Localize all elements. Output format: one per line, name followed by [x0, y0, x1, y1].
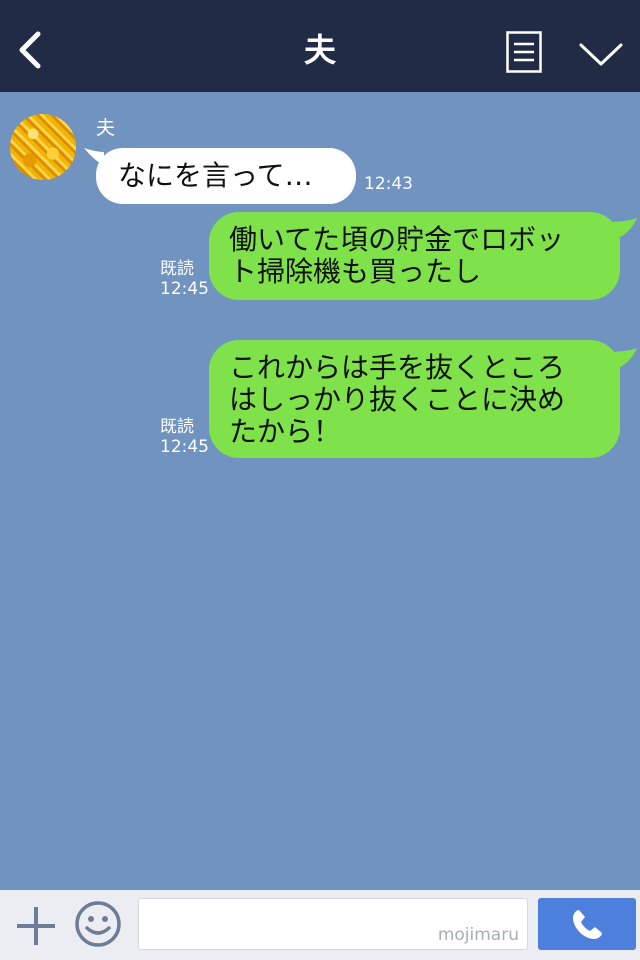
message-bubble-outgoing[interactable]: 働いてた頃の貯金でロボッ ト掃除機も買ったし [209, 212, 620, 300]
message-time: 12:45 [160, 279, 209, 299]
chevron-down-icon[interactable] [578, 40, 624, 68]
emoji-icon[interactable] [74, 900, 122, 948]
bubble-tail [606, 348, 637, 370]
watermark-text: mojimaru [437, 925, 519, 945]
top-bar: 夫 [0, 0, 640, 92]
phone-icon [573, 910, 602, 939]
message-bubble-incoming[interactable]: なにを言って… [96, 148, 356, 204]
call-button[interactable] [538, 898, 636, 950]
message-line: ト掃除機も買ったし [229, 255, 482, 288]
plus-icon[interactable] [14, 904, 58, 948]
message-text: なにを言って… [118, 159, 313, 192]
read-status: 既読 [160, 259, 194, 279]
read-status: 既読 [160, 417, 194, 437]
message-line: 働いてた頃の貯金でロボッ [229, 223, 565, 256]
avatar[interactable] [10, 114, 76, 180]
sender-name: 夫 [96, 117, 116, 139]
chat-title: 夫 [303, 31, 336, 69]
message-time: 12:45 [160, 437, 209, 457]
notes-menu-icon[interactable] [506, 31, 542, 73]
bubble-tail [606, 218, 637, 240]
message-line: たから！ [229, 415, 342, 448]
message-input[interactable]: mojimaru [138, 898, 528, 950]
message-line: はしっかり抜くことに決め [229, 383, 566, 416]
message-bubble-outgoing[interactable]: これからは手を抜くところ はしっかり抜くことに決め たから！ [209, 340, 620, 458]
message-line: これからは手を抜くところ [229, 351, 566, 384]
message-time: 12:43 [364, 174, 413, 194]
